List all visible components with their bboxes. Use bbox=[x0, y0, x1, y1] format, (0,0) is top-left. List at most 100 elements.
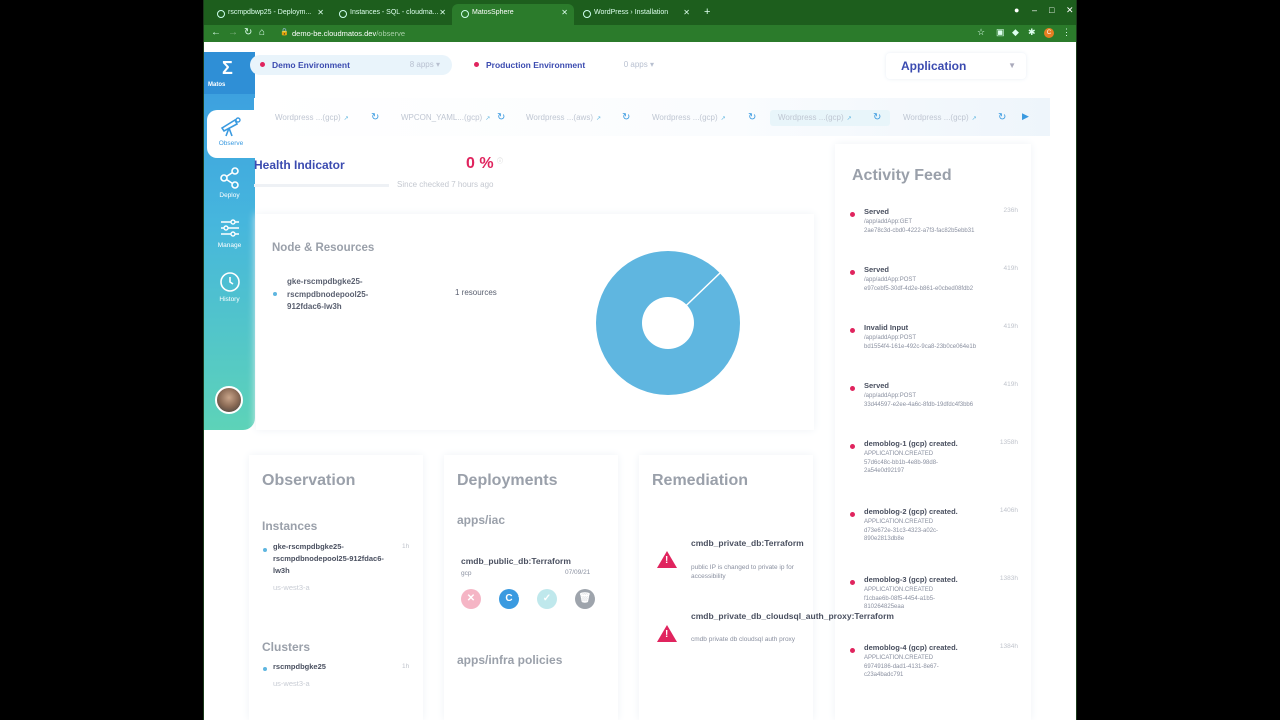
deployments-title: Deployments bbox=[457, 472, 558, 489]
remediation-item-name[interactable]: cmdb_private_db_cloudsql_auth_proxy:Terr… bbox=[691, 610, 894, 623]
scroll-right-icon[interactable]: ▶ bbox=[1022, 111, 1029, 122]
cluster-zone: us-west3-a bbox=[273, 679, 310, 688]
iac-title: apps/iac bbox=[457, 513, 506, 527]
node-resources-count: 1 resources bbox=[455, 288, 497, 297]
resources-donut-chart[interactable] bbox=[594, 249, 742, 397]
reload-icon[interactable]: ↻ bbox=[244, 27, 252, 38]
share-nodes-icon bbox=[219, 167, 239, 189]
nav-deploy[interactable]: Deploy bbox=[204, 162, 255, 210]
tab-bar: rscmpdbwp25 - Deploym... ✕ Instances - S… bbox=[204, 0, 1076, 25]
node-resources-panel: Node & Resources gke-rscmpdbgke25-rscmpd… bbox=[256, 214, 814, 430]
telescope-icon bbox=[220, 117, 241, 137]
bookmark-star-icon[interactable]: ☆ bbox=[977, 27, 985, 38]
cluster-dot bbox=[263, 667, 267, 671]
cluster-name[interactable]: rscmpdbgke25 bbox=[273, 661, 326, 673]
browser-tab[interactable]: Instances - SQL - cloudma... ✕ bbox=[330, 4, 452, 25]
external-link-icon: ↗ bbox=[971, 116, 977, 122]
external-link-icon: ↗ bbox=[485, 116, 491, 122]
sidebar: Σ Matos Observe Deploy Manage History bbox=[204, 52, 255, 430]
checks-button[interactable]: C2 bbox=[499, 589, 521, 609]
user-avatar[interactable] bbox=[215, 386, 243, 414]
home-icon[interactable]: ⌂ bbox=[259, 27, 265, 38]
back-icon[interactable]: ← bbox=[211, 27, 221, 38]
health-title: Health Indicator bbox=[254, 158, 345, 172]
site-icon bbox=[461, 10, 469, 18]
activity-feed: Activity Feed Served 236h /app/addApp:GE… bbox=[835, 144, 1031, 720]
delete-button[interactable]: 🗑 0 bbox=[575, 589, 597, 609]
url-field[interactable]: 🔒 demo-be.cloudmatos.dev/observe bbox=[274, 26, 974, 40]
deployment-date: 07/09/21 bbox=[565, 569, 591, 576]
instance-dot bbox=[263, 548, 267, 552]
instances-title: Instances bbox=[262, 519, 318, 533]
app-chip[interactable]: Wordpress ...(gcp) ↗ bbox=[895, 110, 985, 126]
external-link-icon: ↗ bbox=[846, 116, 852, 122]
close-tab-icon[interactable]: ✕ bbox=[561, 8, 568, 17]
health-divider bbox=[254, 184, 389, 187]
close-tab-icon[interactable]: ✕ bbox=[439, 8, 446, 17]
reload-icon[interactable]: ↻ bbox=[371, 112, 379, 123]
app-chip[interactable]: Wordpress ...(aws) ↗ bbox=[518, 110, 609, 126]
close-tab-icon[interactable]: ✕ bbox=[683, 8, 690, 17]
close-tab-icon[interactable]: ✕ bbox=[317, 8, 324, 17]
app-chip[interactable]: WPCON_YAML...(gcp) ↗ bbox=[393, 110, 498, 126]
app-chip[interactable]: Wordpress ...(gcp) ↗ bbox=[644, 110, 734, 126]
remediation-item-desc: public IP is changed to private ip for a… bbox=[691, 564, 794, 580]
browser-tab[interactable]: rscmpdbwp25 - Deploym... ✕ bbox=[208, 4, 330, 25]
cancel-deploy-button[interactable]: ✕ bbox=[461, 589, 481, 609]
warning-icon: ! bbox=[657, 625, 677, 642]
extension-icon[interactable]: ▣ bbox=[996, 27, 1005, 38]
site-icon bbox=[217, 10, 225, 18]
maximize-icon[interactable]: □ bbox=[1049, 5, 1054, 15]
cluster-age: 1h bbox=[402, 663, 410, 670]
env-status-dot bbox=[260, 62, 265, 67]
info-icon[interactable]: ⓘ bbox=[497, 156, 503, 165]
observation-panel: Observation Instances gke-rscmpdbgke25-r… bbox=[249, 455, 423, 720]
reload-icon[interactable]: ↻ bbox=[622, 112, 630, 123]
remediation-item-name[interactable]: cmdb_private_db:Terraform bbox=[691, 537, 804, 550]
reload-icon[interactable]: ↻ bbox=[748, 112, 756, 123]
reload-icon[interactable]: ↻ bbox=[497, 112, 505, 123]
close-window-icon[interactable]: ✕ bbox=[1066, 5, 1074, 16]
approve-button[interactable]: ✓ bbox=[537, 589, 557, 609]
extension-icon[interactable]: ◆ bbox=[1012, 27, 1019, 38]
node-name[interactable]: gke-rscmpdbgke25-rscmpdbnodepool25-912fd… bbox=[287, 276, 397, 314]
clock-icon bbox=[219, 272, 240, 292]
remediation-item-desc: cmdb private db cloudsql auth proxy bbox=[691, 636, 796, 643]
browser-window: rscmpdbwp25 - Deploym... ✕ Instances - S… bbox=[203, 0, 1077, 720]
kebab-menu-icon[interactable]: ⋮ bbox=[1062, 27, 1071, 38]
sliders-icon bbox=[220, 219, 239, 237]
browser-menu-icon[interactable]: ● bbox=[1014, 5, 1019, 15]
env-production[interactable]: Production Environment 0 apps ▾ bbox=[464, 55, 666, 75]
deployments-panel: Deployments apps/iac cmdb_public_db:Terr… bbox=[444, 455, 618, 720]
browser-tab-active[interactable]: MatosSphere ✕ bbox=[452, 4, 574, 25]
reload-icon[interactable]: ↻ bbox=[998, 112, 1006, 123]
deployment-name[interactable]: cmdb_public_db:Terraform bbox=[461, 556, 571, 566]
warning-icon: ! bbox=[657, 551, 677, 568]
application-select[interactable]: Application ▼ bbox=[886, 53, 1026, 79]
logo[interactable]: Σ Matos bbox=[204, 52, 255, 94]
app-chip[interactable]: Wordpress ...(gcp) ↗ bbox=[267, 110, 357, 126]
remediation-title: Remediation bbox=[652, 472, 749, 489]
env-demo[interactable]: Demo Environment 8 apps ▾ bbox=[250, 55, 452, 75]
remediation-panel: Remediation ! cmdb_private_db:Terraform … bbox=[639, 455, 894, 720]
node-title: Node & Resources bbox=[272, 242, 375, 254]
health-since: Since checked 7 hours ago bbox=[397, 180, 494, 189]
browser-tab[interactable]: WordPress › Installation ✕ bbox=[574, 4, 696, 25]
reload-icon[interactable]: ↻ bbox=[873, 112, 881, 123]
nav-history[interactable]: History bbox=[204, 266, 255, 314]
app-root: Σ Matos Observe Deploy Manage History De… bbox=[204, 42, 1076, 720]
observation-title: Observation bbox=[262, 472, 356, 489]
env-app-count: 0 apps ▾ bbox=[623, 60, 654, 69]
instance-name[interactable]: gke-rscmpdbgke25-rscmpdbnodepool25-912fd… bbox=[273, 541, 398, 577]
nav-manage[interactable]: Manage bbox=[204, 212, 255, 260]
new-tab-icon[interactable]: + bbox=[704, 6, 710, 18]
minimize-icon[interactable]: – bbox=[1032, 5, 1037, 15]
forward-icon[interactable]: → bbox=[228, 27, 238, 38]
app-chip-selected[interactable]: Wordpress ...(gcp) ↗ bbox=[770, 110, 890, 126]
puzzle-icon[interactable]: ✱ bbox=[1028, 27, 1036, 38]
instance-zone: us-west3-a bbox=[273, 583, 310, 592]
profile-avatar[interactable]: C bbox=[1044, 28, 1054, 38]
nav-observe[interactable]: Observe bbox=[207, 110, 255, 158]
apps-strip: Wordpress ...(gcp) ↗ ↻ WPCON_YAML...(gcp)… bbox=[254, 98, 1050, 136]
instance-age: 1h bbox=[402, 543, 410, 550]
